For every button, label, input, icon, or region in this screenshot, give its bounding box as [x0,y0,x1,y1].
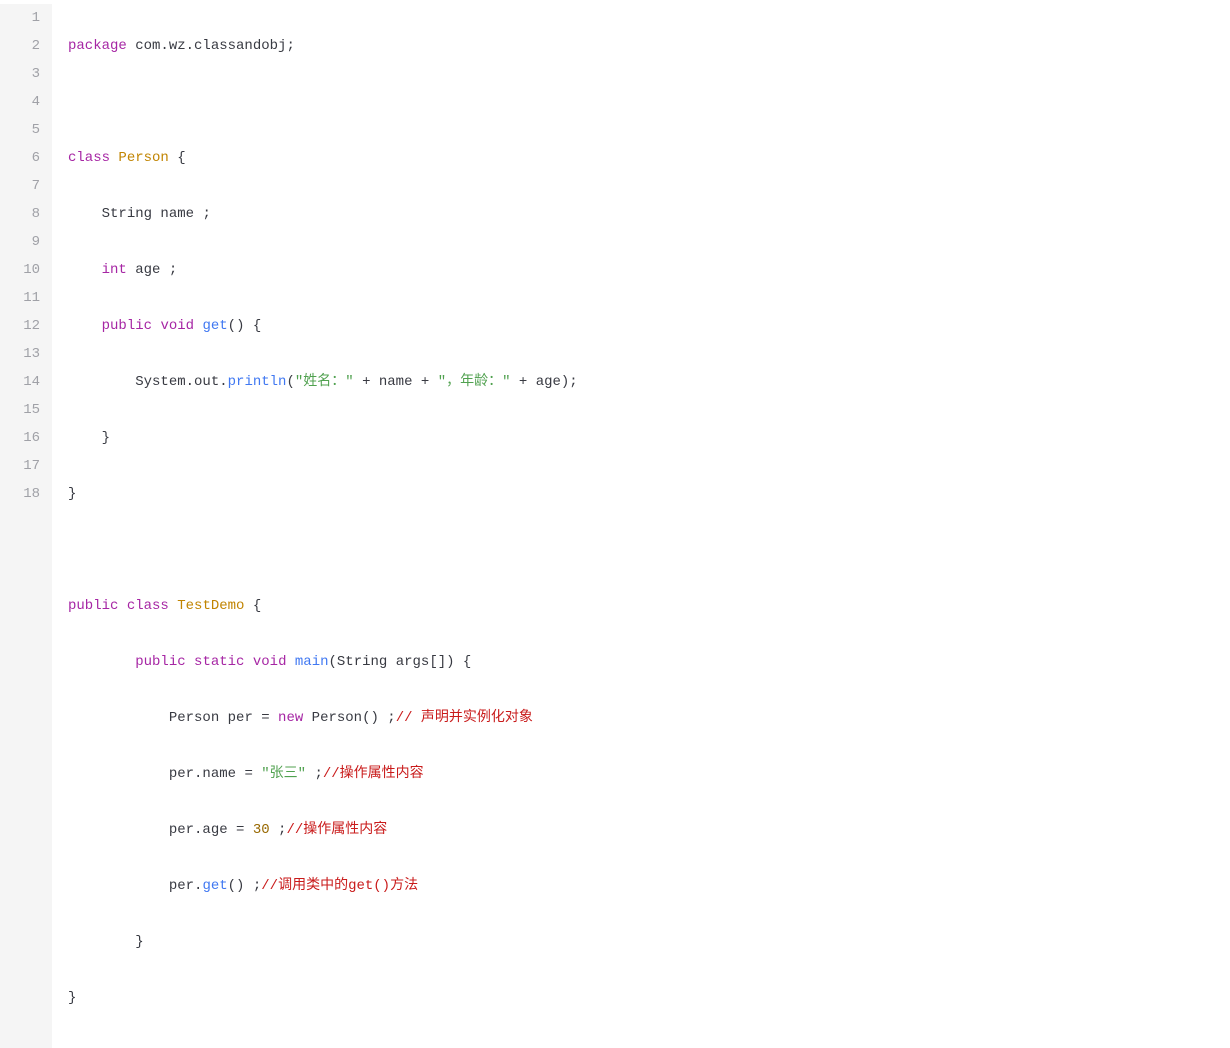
code-line [68,88,578,116]
line-number: 9 [16,228,40,256]
method-main: main [295,654,329,670]
keyword-public: public [135,654,185,670]
class-name: TestDemo [177,598,244,614]
keyword-void: void [160,318,194,334]
semi: ; [306,766,323,782]
line-number: 1 [16,4,40,32]
brace: { [169,150,186,166]
code-line: } [68,424,578,452]
code-line: System.out.println("姓名：" + name + "，年龄："… [68,368,578,396]
code-line: class Person { [68,144,578,172]
assign: per.age = [169,822,253,838]
string-literal: "张三" [261,766,306,782]
code-line: public void get() { [68,312,578,340]
package-name: com.wz.classandobj; [127,38,295,54]
semi: ; [270,822,287,838]
code-area: package com.wz.classandobj; class Person… [52,4,578,1048]
code-line: per.name = "张三" ;//操作属性内容 [68,760,578,788]
var-decl: Person per = [169,710,278,726]
line-number: 10 [16,256,40,284]
keyword-void: void [253,654,287,670]
number-literal: 30 [253,822,270,838]
comment: //操作属性内容 [323,766,424,782]
brace: } [68,486,76,502]
call-suffix: () ; [228,878,262,894]
field-age: age ; [127,262,177,278]
code-line: public class TestDemo { [68,592,578,620]
code-line: per.age = 30 ;//操作属性内容 [68,816,578,844]
string-literal: "，年龄：" [438,374,511,390]
line-number: 18 [16,480,40,508]
concat: + age); [511,374,578,390]
line-number: 17 [16,452,40,480]
code-line: } [68,480,578,508]
code-line: String name ; [68,200,578,228]
type-string: String [102,206,152,222]
keyword-class: class [127,598,169,614]
code-line: int age ; [68,256,578,284]
method-println: println [228,374,287,390]
concat: + name + [354,374,438,390]
keyword-class: class [68,150,110,166]
comment: //操作属性内容 [286,822,387,838]
code-line: public static void main(String args[]) { [68,648,578,676]
code-line: per.get() ;//调用类中的get()方法 [68,872,578,900]
code-line [68,536,578,564]
method-get: get [202,318,227,334]
keyword-new: new [278,710,303,726]
line-number: 5 [16,116,40,144]
line-number: 12 [16,312,40,340]
line-number-gutter: 1 2 3 4 5 6 7 8 9 10 11 12 13 14 15 16 1… [0,4,52,1048]
brace: } [102,430,110,446]
line-number: 11 [16,284,40,312]
brace: } [135,934,143,950]
keyword-int: int [102,262,127,278]
keyword-public: public [68,598,118,614]
string-literal: "姓名：" [295,374,354,390]
line-number: 16 [16,424,40,452]
line-number: 4 [16,88,40,116]
code-line: package com.wz.classandobj; [68,32,578,60]
class-name: Person [118,150,168,166]
brace: { [244,598,261,614]
code-line: } [68,984,578,1012]
field-name: name ; [152,206,211,222]
line-number: 3 [16,60,40,88]
comment: // 声明并实例化对象 [396,710,533,726]
comment: //调用类中的get()方法 [261,878,418,894]
line-number: 7 [16,172,40,200]
code-block: 1 2 3 4 5 6 7 8 9 10 11 12 13 14 15 16 1… [0,0,1230,1048]
line-number: 14 [16,368,40,396]
system-out: System.out. [135,374,227,390]
brace: () { [228,318,262,334]
line-number: 2 [16,32,40,60]
ctor-call: Person() ; [303,710,395,726]
keyword-public: public [102,318,152,334]
method-get: get [202,878,227,894]
keyword-package: package [68,38,127,54]
brace: } [68,990,76,1006]
code-line: Person per = new Person() ;// 声明并实例化对象 [68,704,578,732]
call-prefix: per. [169,878,203,894]
keyword-static: static [194,654,244,670]
paren: ( [286,374,294,390]
line-number: 8 [16,200,40,228]
line-number: 13 [16,340,40,368]
assign: per.name = [169,766,261,782]
code-line: } [68,928,578,956]
line-number: 6 [16,144,40,172]
main-args: (String args[]) { [329,654,472,670]
line-number: 15 [16,396,40,424]
